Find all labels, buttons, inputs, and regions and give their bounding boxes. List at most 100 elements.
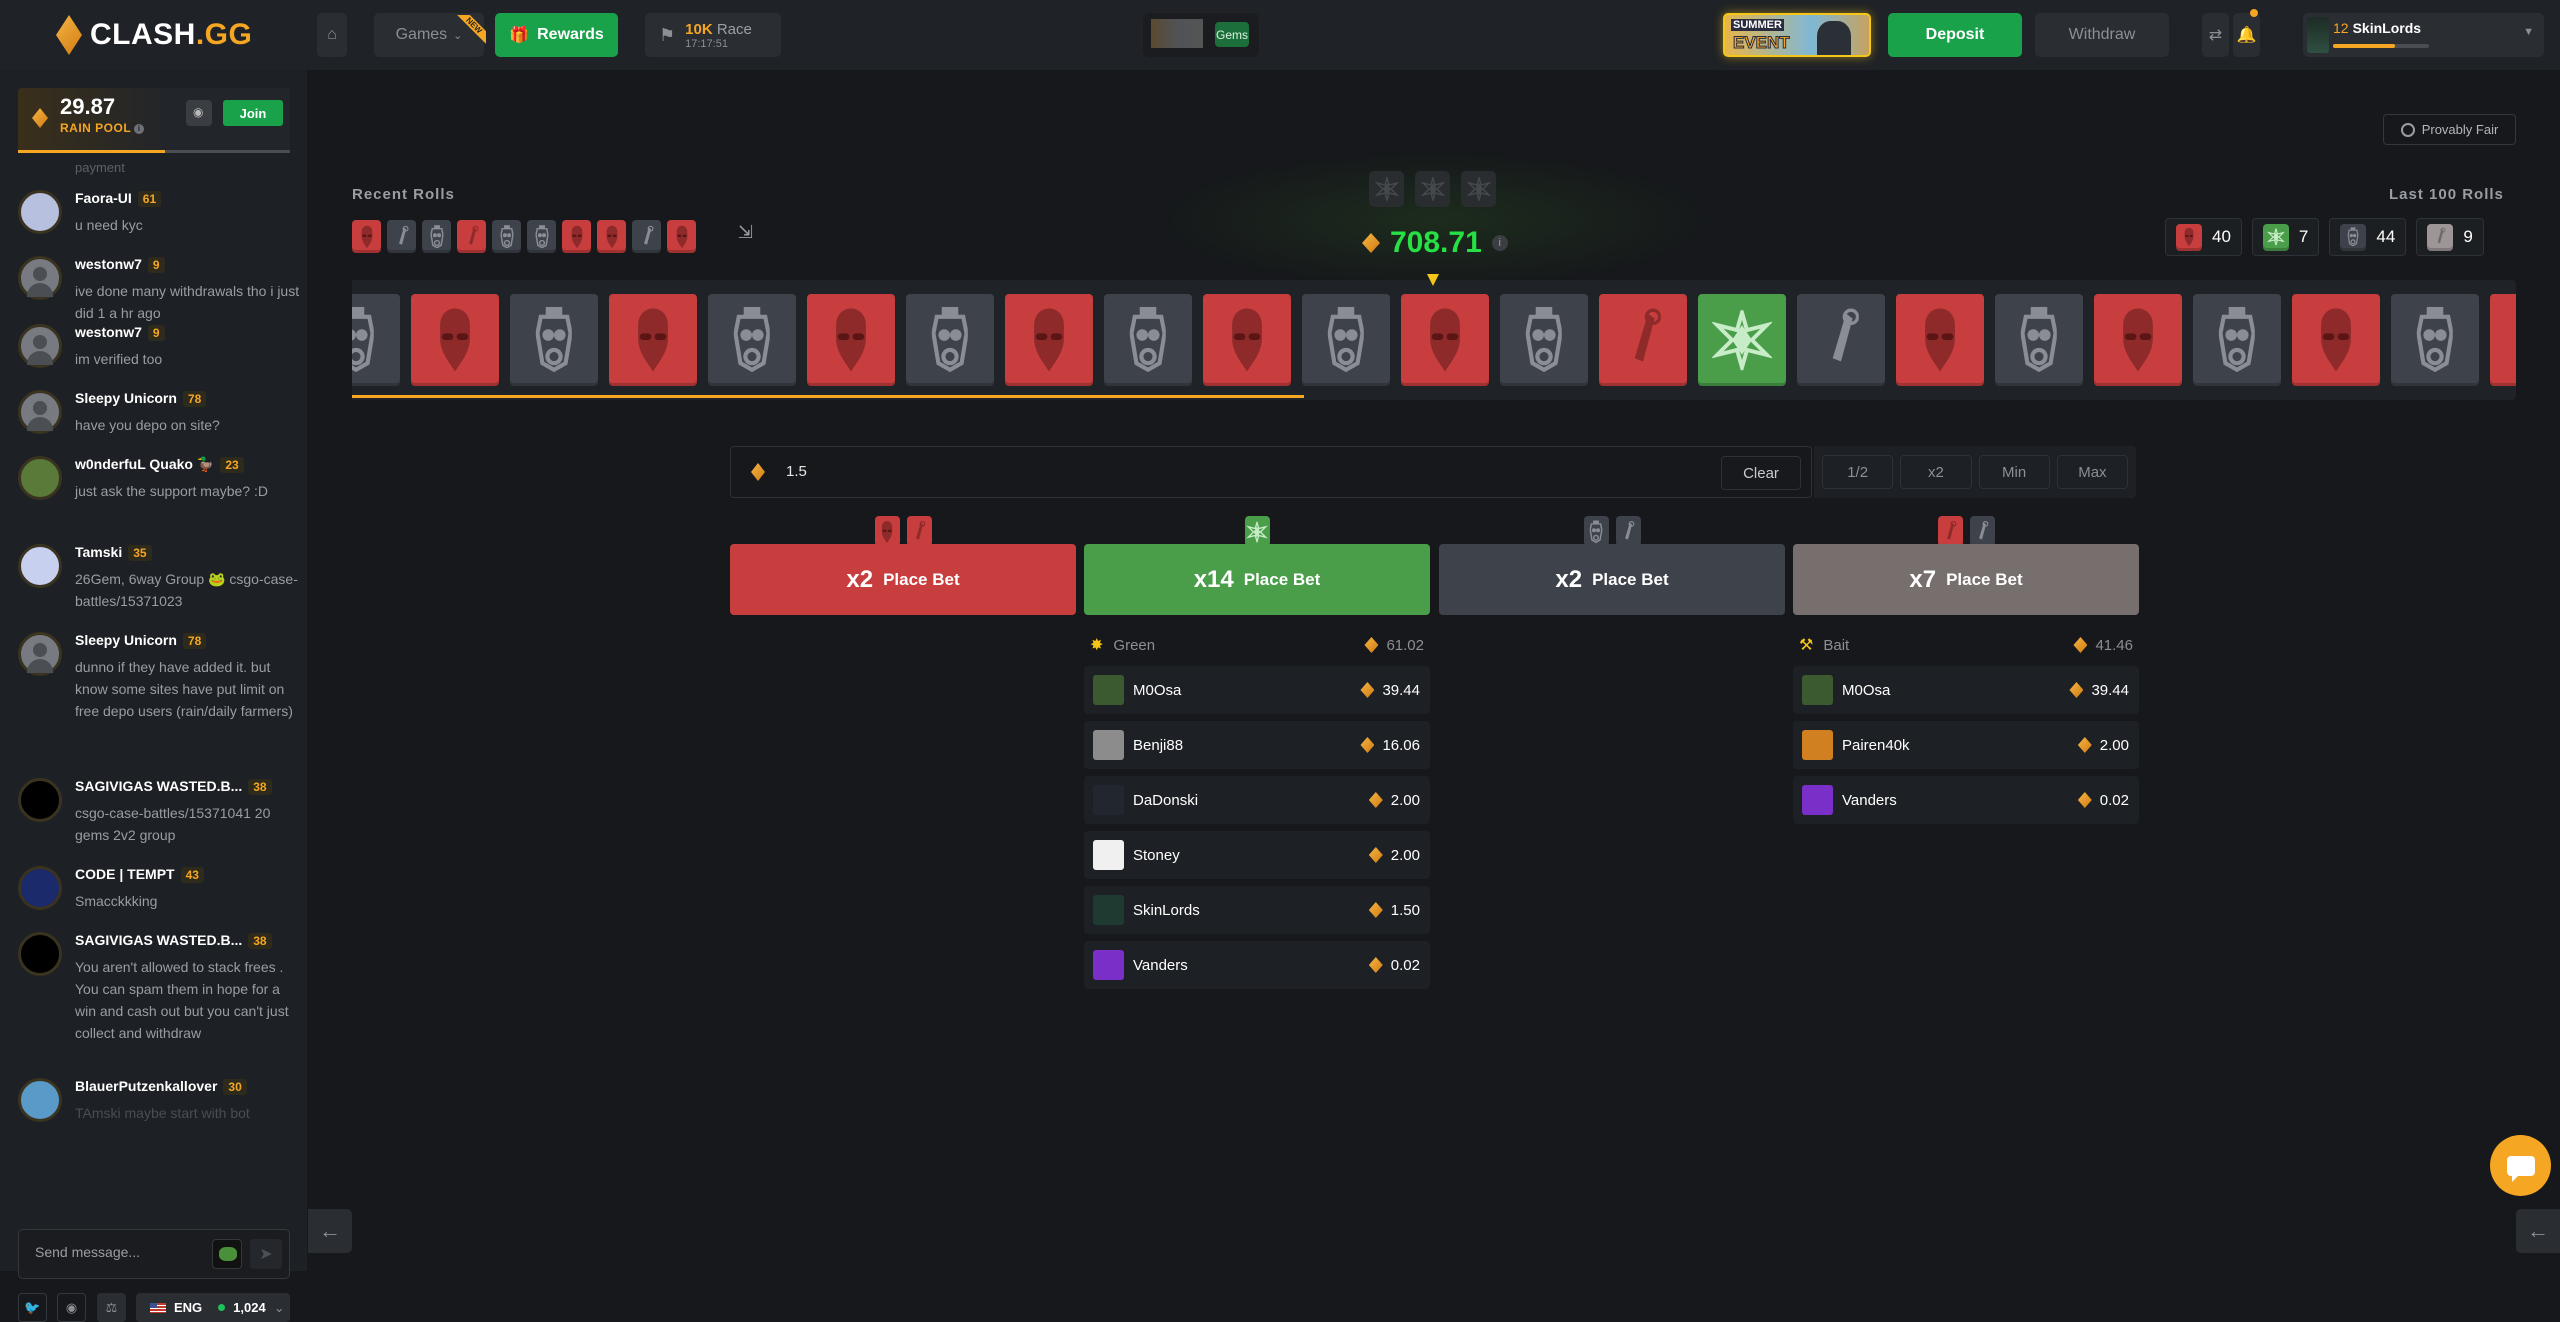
avatar[interactable]: [1093, 895, 1124, 925]
info-icon[interactable]: i: [1492, 235, 1508, 251]
level-badge: 35: [128, 545, 151, 561]
gems-balance[interactable]: Gems: [1143, 13, 1259, 57]
chat-text: im verified too: [75, 348, 303, 370]
bettor-name[interactable]: Vanders: [1842, 792, 2078, 809]
chat-input[interactable]: [35, 1244, 205, 1260]
chat-messages[interactable]: payment Faora-UI61 u need kyc westonw79 …: [0, 156, 307, 1216]
avatar[interactable]: [18, 390, 62, 434]
chat-sidebar: 29.87 RAIN POOLi ◉ Join payment Faora-UI…: [0, 70, 307, 1271]
place-bet-button-green[interactable]: x14Place Bet: [1084, 544, 1430, 615]
chat-username[interactable]: Sleepy Unicorn78: [75, 390, 206, 407]
avatar[interactable]: [1093, 840, 1124, 870]
info-icon[interactable]: i: [134, 124, 144, 134]
avatar[interactable]: [18, 190, 62, 234]
event-line2: EVENT: [1733, 33, 1790, 53]
chat-username[interactable]: SAGIVIGAS WASTED.B...38: [75, 932, 272, 949]
rewards-button[interactable]: 🎁 Rewards: [495, 13, 618, 57]
send-button[interactable]: ➤: [250, 1239, 282, 1269]
swap-button[interactable]: ⇄: [2202, 13, 2229, 57]
gem-icon: [751, 463, 765, 481]
roll-tile-red-ct: [597, 220, 626, 253]
rain-join-button[interactable]: Join: [223, 100, 283, 126]
place-bet-button-bait[interactable]: x7Place Bet: [1793, 544, 2139, 615]
avatar[interactable]: [18, 1078, 62, 1122]
double-button[interactable]: x2: [1900, 455, 1971, 489]
notifications-button[interactable]: 🔔: [2233, 13, 2260, 57]
gem-icon: [1360, 737, 1374, 753]
race-button[interactable]: ⚑ 10K Race 17:17:51: [645, 13, 781, 57]
chat-username[interactable]: westonw79: [75, 324, 165, 341]
home-button[interactable]: ⌂: [317, 13, 347, 57]
rules-button[interactable]: ⚖: [97, 1293, 126, 1322]
avatar[interactable]: [18, 632, 62, 676]
avatar[interactable]: [18, 932, 62, 976]
chat-username[interactable]: Faora-UI61: [75, 190, 161, 207]
green-star-icon: [1712, 310, 1772, 370]
avatar[interactable]: [18, 778, 62, 822]
bettor-name[interactable]: M0Osa: [1133, 682, 1360, 699]
avatar[interactable]: [18, 324, 62, 368]
place-bet-button-grey[interactable]: x2Place Bet: [1439, 544, 1785, 615]
bettor-name[interactable]: SkinLords: [1133, 902, 1369, 919]
chat-username[interactable]: Tamski35: [75, 544, 152, 561]
avatar[interactable]: [18, 544, 62, 588]
gas-mask-icon: [352, 307, 374, 373]
gift-icon: 🎁: [509, 25, 529, 45]
deposit-button[interactable]: Deposit: [1888, 13, 2022, 57]
logo[interactable]: CLASH.GG: [56, 14, 252, 56]
bet-amount: 2.00: [1391, 792, 1420, 809]
roll-tile-grey-t: [708, 294, 796, 386]
collapse-icon[interactable]: ⇲: [738, 222, 758, 242]
jackpot: 708.71 i: [1362, 226, 1508, 260]
bettor-name[interactable]: Benji88: [1133, 737, 1360, 754]
twitter-button[interactable]: 🐦: [18, 1293, 47, 1322]
discord-button[interactable]: ◉: [57, 1293, 86, 1322]
avatar[interactable]: [1093, 785, 1124, 815]
provably-fair-button[interactable]: Provably Fair: [2383, 114, 2516, 145]
chat-username[interactable]: Sleepy Unicorn78: [75, 632, 206, 649]
max-button[interactable]: Max: [2057, 455, 2128, 489]
avatar[interactable]: [1802, 785, 1833, 815]
bettor-name[interactable]: DaDonski: [1133, 792, 1369, 809]
bell-icon: 🔔: [2237, 25, 2257, 45]
avatar[interactable]: [18, 866, 62, 910]
ct-face-icon: [1229, 307, 1265, 373]
avatar[interactable]: [1093, 730, 1124, 760]
emote-button[interactable]: [212, 1239, 242, 1269]
avatar[interactable]: [18, 456, 62, 500]
gem-icon: [2073, 637, 2087, 653]
half-button[interactable]: 1/2: [1822, 455, 1893, 489]
roll-tile-grey-bait: [632, 220, 661, 253]
chat-username[interactable]: westonw79: [75, 256, 165, 273]
bettor-name[interactable]: Stoney: [1133, 847, 1369, 864]
chat-username[interactable]: SAGIVIGAS WASTED.B...38: [75, 778, 272, 795]
avatar[interactable]: [1802, 675, 1833, 705]
user-menu[interactable]: 12SkinLords ▼: [2303, 13, 2544, 57]
clear-button[interactable]: Clear: [1721, 456, 1801, 490]
avatar[interactable]: [1093, 675, 1124, 705]
bettor-name[interactable]: Vanders: [1133, 957, 1369, 974]
bettor-name[interactable]: M0Osa: [1842, 682, 2069, 699]
bet-total-name: Green: [1113, 637, 1364, 654]
place-bet-button-red[interactable]: x2Place Bet: [730, 544, 1076, 615]
summer-event-banner[interactable]: SUMMER EVENT: [1723, 13, 1871, 57]
games-dropdown[interactable]: Games ⌄ NEW: [374, 13, 484, 57]
withdraw-button[interactable]: Withdraw: [2035, 13, 2169, 57]
collapse-sidebar-button[interactable]: ←: [308, 1209, 352, 1253]
chat-username[interactable]: CODE | TEMPT43: [75, 866, 204, 883]
avatar[interactable]: [18, 256, 62, 300]
live-chat-button[interactable]: [2490, 1135, 2551, 1196]
avatar[interactable]: [1802, 730, 1833, 760]
chat-username[interactable]: BlauerPutzenkallover30: [75, 1078, 247, 1095]
expand-panel-button[interactable]: ←: [2516, 1209, 2560, 1253]
chat-username[interactable]: w0nderfuL Quako 🦆23: [75, 456, 244, 473]
roll-tile-grey-t: [2391, 294, 2479, 386]
rain-tip-button[interactable]: ◉: [186, 100, 212, 126]
min-button[interactable]: Min: [1979, 455, 2050, 489]
avatar[interactable]: [1093, 950, 1124, 980]
bet-amount-input[interactable]: [786, 463, 1086, 480]
language-selector[interactable]: ENG 1,024 ⌄: [136, 1293, 290, 1322]
bettor-name[interactable]: Pairen40k: [1842, 737, 2078, 754]
place-bet-label: Place Bet: [883, 570, 960, 590]
bonus-slots: [1369, 171, 1496, 207]
